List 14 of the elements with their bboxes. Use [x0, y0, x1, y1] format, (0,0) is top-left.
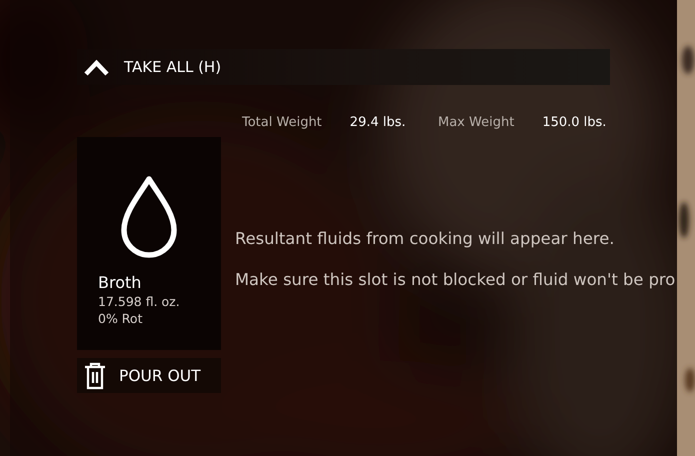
weight-value: 29.4 lbs. [350, 114, 406, 130]
take-all-button[interactable]: TAKE ALL (H) [77, 49, 610, 85]
weight-label: Total Weight [242, 114, 322, 130]
item-rot: 0% Rot [98, 311, 144, 326]
weight-value: 150.0 lbs. [542, 114, 606, 130]
hint-text: Make sure this slot is not blocked or fluid won't be pro [235, 270, 676, 289]
item-name: Broth [98, 273, 142, 292]
hint-text: Resultant fluids from cooking will appear here. [235, 229, 616, 248]
weight-label: Max Weight [438, 114, 514, 130]
item-amount: 17.598 fl. oz. [98, 294, 181, 309]
item-slot[interactable]: Broth 17.598 fl. oz. 0% Rot [77, 137, 221, 350]
chevron-up-icon [83, 58, 110, 76]
pour-out-button[interactable]: POUR OUT [77, 358, 221, 393]
trash-icon [83, 362, 107, 390]
